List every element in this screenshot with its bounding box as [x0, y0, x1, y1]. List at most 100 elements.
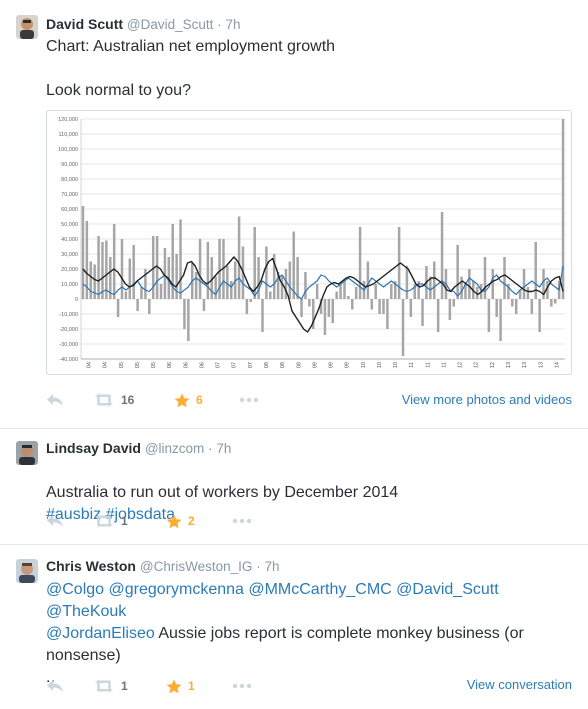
more-button[interactable]: [232, 511, 252, 531]
tweet-3[interactable]: Chris Weston @ChrisWeston_IG · 7h @Colgo…: [0, 545, 588, 709]
tweet-text: @Colgo @gregorymckenna @MMcCarthy_CMC @D…: [46, 579, 571, 689]
user-name[interactable]: Chris Weston: [46, 558, 136, 574]
tweet-header: Lindsay David @linzcom · 7h: [46, 440, 232, 456]
bar: [308, 299, 311, 307]
bar: [112, 224, 116, 299]
more-button[interactable]: [232, 676, 252, 696]
bar: [140, 287, 143, 299]
y-tick-label: -20,000: [59, 327, 78, 333]
y-tick-label: 90,000: [61, 162, 78, 168]
bar: [245, 299, 249, 314]
bar: [514, 299, 518, 314]
bar: [440, 212, 444, 299]
favorite-button[interactable]: 6: [174, 390, 203, 410]
bar: [202, 299, 206, 311]
star-icon: [174, 393, 190, 407]
bar: [300, 299, 303, 317]
bar: [366, 261, 370, 299]
retweet-button[interactable]: 1: [93, 511, 128, 531]
bar: [522, 269, 526, 299]
bar: [148, 299, 151, 314]
bar: [159, 284, 163, 299]
bar: [89, 261, 93, 299]
favorite-button[interactable]: 1: [166, 676, 195, 696]
timestamp[interactable]: 7h: [216, 441, 231, 456]
retweet-button[interactable]: 16: [93, 390, 134, 410]
bar: [136, 299, 139, 311]
y-tick-label: 110,000: [59, 132, 78, 138]
avatar[interactable]: [16, 559, 38, 583]
bar: [495, 299, 498, 317]
bar: [315, 284, 319, 299]
bar: [198, 239, 202, 299]
x-tick-label: 09: [345, 362, 351, 368]
tweet-photo-chart[interactable]: 120,000 110,000 100,000 90,000 80,000 70,000 6…: [46, 110, 572, 375]
x-tick-label: 09: [329, 362, 335, 368]
y-tick-label: 50,000: [61, 222, 78, 228]
user-handle[interactable]: @linzcom: [145, 441, 204, 456]
y-tick-label: -30,000: [59, 342, 78, 348]
x-tick-label: 06: [183, 362, 189, 368]
y-tick-label: 70,000: [61, 192, 78, 198]
reply-icon: [47, 680, 63, 692]
y-tick-label: 100,000: [58, 147, 78, 153]
bar: [370, 299, 374, 310]
x-tick-label: 05: [151, 362, 157, 368]
retweet-icon: [95, 679, 113, 693]
retweet-icon: [95, 393, 113, 407]
view-conversation-link[interactable]: View conversation: [467, 677, 572, 692]
bar: [323, 299, 327, 335]
bar: [187, 299, 190, 341]
bar: [296, 257, 299, 299]
bar: [183, 299, 186, 329]
favorite-count: 6: [196, 393, 203, 407]
x-tick-label: 11: [425, 362, 431, 368]
retweet-icon: [95, 514, 113, 528]
reply-button[interactable]: [46, 390, 64, 410]
user-name[interactable]: Lindsay David: [46, 440, 141, 456]
timestamp[interactable]: 7h: [265, 559, 280, 574]
x-tick-label: 12: [458, 362, 464, 368]
bar: [194, 272, 198, 299]
avatar[interactable]: [16, 441, 38, 465]
x-tick-label: 04: [87, 362, 93, 368]
series-line-black: [82, 256, 564, 333]
mentions-link[interactable]: @Colgo @gregorymckenna @MMcCarthy_CMC @D…: [46, 581, 499, 620]
user-name[interactable]: David Scutt: [46, 16, 123, 32]
x-tick-label: 14: [554, 362, 560, 368]
view-more-photos-link[interactable]: View more photos and videos: [402, 392, 572, 407]
bar: [499, 299, 502, 341]
bar: [97, 236, 100, 299]
tweet-2[interactable]: Lindsay David @linzcom · 7h Australia to…: [0, 429, 588, 545]
bar: [354, 287, 358, 299]
tweet-1[interactable]: David Scutt @David_Scutt · 7h Chart: Aus…: [0, 0, 588, 429]
mention-link-jordaneliseo[interactable]: @JordanEliseo: [46, 625, 155, 642]
x-tick-label: 12: [474, 362, 480, 368]
bar: [432, 261, 436, 299]
reply-icon: [47, 515, 63, 527]
bar: [288, 261, 292, 299]
favorite-button[interactable]: 2: [166, 511, 195, 531]
user-handle[interactable]: @ChrisWeston_IG: [140, 559, 253, 574]
tweet-text-plain: Australia to run out of workers by Decem…: [46, 484, 399, 501]
bar: [292, 231, 295, 299]
bar: [179, 219, 182, 299]
retweet-button[interactable]: 1: [93, 676, 128, 696]
user-handle[interactable]: @David_Scutt: [127, 17, 214, 32]
more-icon: [232, 683, 252, 689]
avatar[interactable]: [16, 15, 38, 39]
bar: [401, 299, 405, 356]
reply-button[interactable]: [46, 511, 64, 531]
timestamp[interactable]: 7h: [226, 17, 241, 32]
bar: [378, 299, 381, 314]
more-button[interactable]: [239, 390, 259, 410]
bar: [530, 299, 534, 314]
more-icon: [239, 397, 259, 403]
star-icon: [166, 514, 182, 528]
bar: [339, 284, 342, 299]
reply-button[interactable]: [46, 676, 64, 696]
bar: [343, 281, 346, 299]
x-tick-label: 13: [538, 362, 544, 368]
x-tick-label: 04: [103, 362, 109, 368]
x-tick-label: 07: [232, 362, 238, 368]
